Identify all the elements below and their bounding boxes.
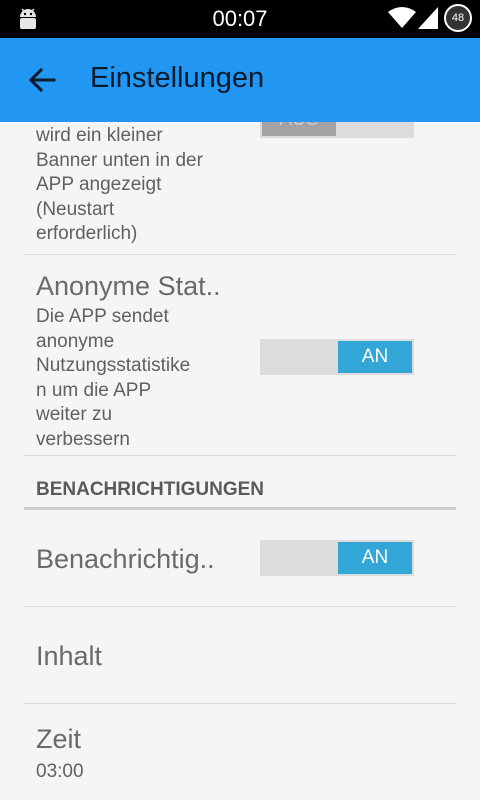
page-title: Einstellungen — [90, 62, 265, 94]
notifications-toggle[interactable]: AN — [260, 540, 414, 576]
anonymous-stats-toggle[interactable]: AN — [260, 339, 414, 375]
anonymous-stats-toggle-thumb: AN — [338, 341, 412, 373]
pref-notifications[interactable]: Benachrichtig.. AN — [24, 510, 456, 607]
banner-toggle-thumb: AUS — [262, 122, 336, 136]
status-bar: 00:07 48 — [0, 0, 480, 38]
pref-time[interactable]: Zeit 03:00 — [24, 704, 456, 800]
settings-list[interactable]: wird ein kleiner Banner unten in der APP… — [0, 122, 480, 800]
signal-icon — [418, 7, 438, 29]
pref-anonymous-stats[interactable]: Anonyme Stat.. Die APP sendet anonyme Nu… — [24, 255, 456, 456]
arrow-back-icon[interactable] — [26, 64, 58, 96]
pref-time-title: Zeit — [36, 724, 82, 754]
pref-content[interactable]: Inhalt — [24, 607, 456, 704]
battery-icon: 48 — [444, 4, 472, 32]
pref-notifications-title: Benachrichtig.. — [36, 544, 215, 574]
category-notifications: BENACHRICHTIGUNGEN — [24, 474, 456, 510]
pref-time-summary: 03:00 — [36, 761, 84, 782]
pref-anonymous-stats-title: Anonyme Stat.. — [36, 271, 221, 301]
notifications-toggle-thumb: AN — [338, 542, 412, 574]
pref-anonymous-stats-summary: Die APP sendet anonyme Nutzungsstatistik… — [36, 306, 191, 450]
wifi-icon — [388, 7, 416, 28]
category-notifications-title: BENACHRICHTIGUNGEN — [36, 479, 264, 500]
pref-banner[interactable]: wird ein kleiner Banner unten in der APP… — [24, 122, 456, 255]
pref-banner-summary: wird ein kleiner Banner unten in der APP… — [36, 125, 203, 244]
app-bar: Einstellungen — [0, 38, 480, 122]
pref-content-title: Inhalt — [36, 641, 103, 671]
banner-toggle[interactable]: AUS — [260, 122, 414, 138]
